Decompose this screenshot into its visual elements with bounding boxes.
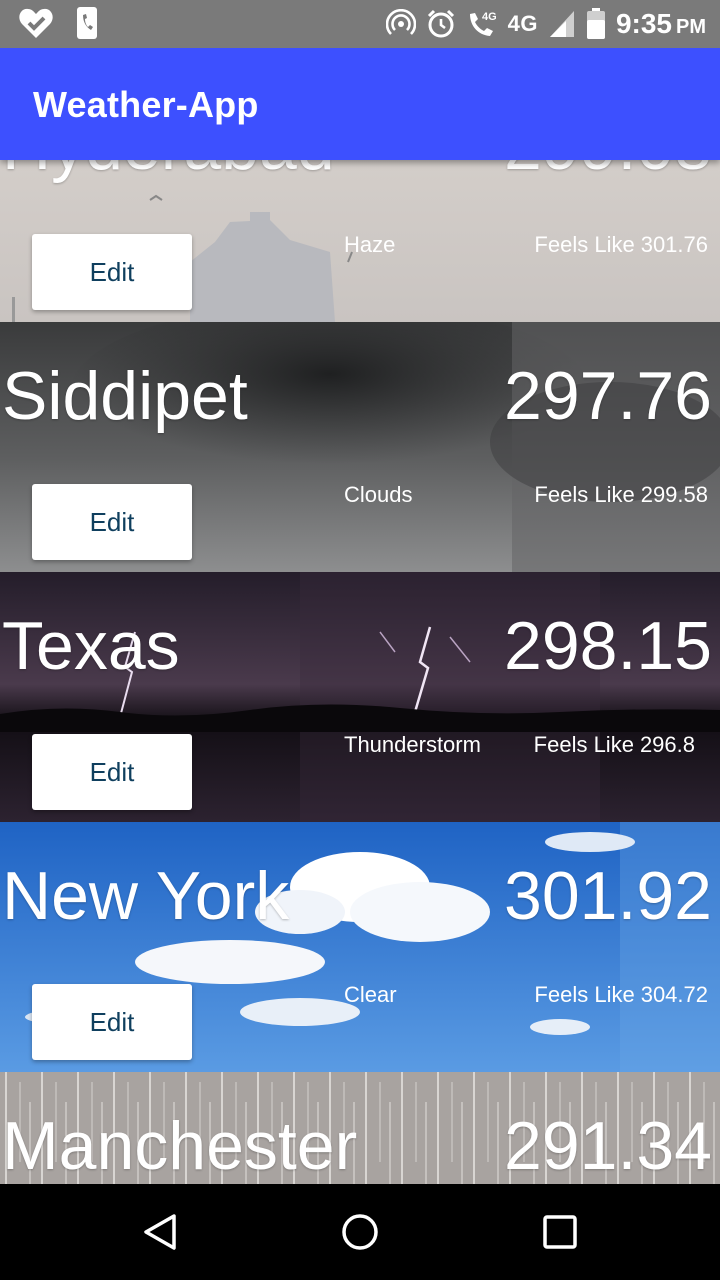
signal-icon bbox=[548, 9, 576, 39]
city-name: Siddipet bbox=[2, 358, 248, 434]
volte-call-icon: 4G bbox=[466, 8, 498, 40]
edit-button[interactable]: Edit bbox=[32, 484, 192, 560]
edit-button[interactable]: Edit bbox=[32, 984, 192, 1060]
city-card-texas[interactable]: Texas 298.15 Thunderstorm Feels Like 296.… bbox=[0, 572, 720, 822]
temperature: 297.76 bbox=[504, 358, 712, 434]
feels-like-value: 296.8 bbox=[639, 732, 695, 757]
city-name: Manchester bbox=[2, 1108, 358, 1184]
heart-check-icon bbox=[18, 6, 54, 40]
app-title: Weather-App bbox=[33, 84, 259, 125]
network-type-label: 4G bbox=[507, 11, 538, 36]
city-name: Texas bbox=[2, 608, 180, 684]
feels-like-label: Feels Like bbox=[533, 732, 634, 757]
navigation-bar bbox=[0, 1184, 720, 1280]
alarm-icon bbox=[426, 9, 456, 39]
status-bar: 4G 4G 9:35 PM bbox=[0, 0, 720, 48]
back-button[interactable] bbox=[140, 1212, 180, 1252]
weather-condition: Clear bbox=[344, 982, 397, 1007]
feels-like: Feels Like 296.8 bbox=[534, 732, 695, 758]
recents-button[interactable] bbox=[540, 1212, 580, 1252]
feels-like-label: Feels Like bbox=[534, 482, 635, 507]
feels-like-value: 299.58 bbox=[640, 482, 708, 507]
home-button[interactable] bbox=[340, 1212, 380, 1252]
app-bar: Weather-App bbox=[0, 48, 720, 160]
weather-condition: Clouds bbox=[344, 482, 413, 507]
recents-icon bbox=[543, 1215, 577, 1249]
feels-like-value: 301.76 bbox=[640, 232, 708, 257]
svg-text:4G: 4G bbox=[482, 11, 497, 23]
city-name: New York bbox=[2, 858, 290, 934]
battery-icon bbox=[586, 8, 606, 40]
feels-like: Feels Like 301.76 bbox=[534, 232, 708, 258]
hotspot-icon bbox=[385, 9, 416, 39]
edit-button[interactable]: Edit bbox=[32, 734, 192, 810]
clock: 9:35 PM bbox=[616, 8, 706, 40]
home-icon bbox=[342, 1214, 378, 1250]
feels-like: Feels Like 299.58 bbox=[534, 482, 708, 508]
clock-ampm: PM bbox=[676, 16, 706, 38]
city-weather-list[interactable]: Hyderabad 299.08 Haze Feels Like301.76 E… bbox=[0, 72, 720, 1184]
feels-like-label: Feels Like bbox=[534, 982, 635, 1007]
city-card-manchester[interactable]: Manchester 291.34 bbox=[0, 1072, 720, 1184]
feels-like: Feels Like 304.72 bbox=[534, 982, 708, 1008]
edit-button[interactable]: Edit bbox=[32, 234, 192, 310]
weather-condition: Thunderstorm bbox=[344, 732, 481, 757]
clock-time: 9:35 bbox=[615, 8, 672, 39]
phone-icon bbox=[76, 6, 98, 40]
city-card-siddipet[interactable]: Siddipet 297.76 Clouds Feels Like 299.58 … bbox=[0, 322, 720, 572]
weather-condition: Haze bbox=[344, 232, 396, 257]
city-card-new-york[interactable]: New York 301.92 Clear Feels Like 304.72 E… bbox=[0, 822, 720, 1072]
feels-like-label: Feels Like bbox=[534, 232, 635, 257]
temperature: 301.92 bbox=[504, 858, 712, 934]
temperature: 298.15 bbox=[504, 608, 712, 684]
temperature: 291.34 bbox=[504, 1108, 712, 1184]
feels-like-value: 304.72 bbox=[640, 982, 708, 1007]
back-icon bbox=[144, 1214, 176, 1250]
